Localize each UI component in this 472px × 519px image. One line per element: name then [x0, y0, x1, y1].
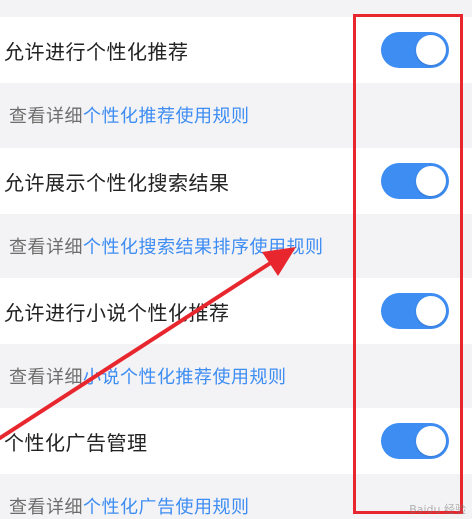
- setting-description: 查看详细个性化广告使用规则: [9, 493, 250, 519]
- novel-recommendation-toggle[interactable]: [381, 293, 449, 329]
- desc-row-personalized-recommendation: 查看详细个性化推荐使用规则: [0, 83, 472, 147]
- desc-prefix: 查看详细: [9, 237, 83, 258]
- personalized-recommendation-toggle[interactable]: [381, 32, 449, 68]
- setting-description: 查看详细个性化推荐使用规则: [9, 102, 250, 128]
- setting-row-personalized-recommendation: 允许进行个性化推荐: [0, 17, 472, 83]
- privacy-settings-page: 允许进行个性化推荐 查看详细个性化推荐使用规则 允许展示个性化搜索结果 查看详细…: [0, 0, 472, 519]
- toggle-knob: [416, 166, 446, 196]
- desc-prefix: 查看详细: [9, 106, 83, 127]
- toggle-knob: [416, 296, 446, 326]
- watermark-logo: Baidu 经验: [409, 503, 466, 516]
- setting-label: 允许进行小说个性化推荐: [4, 300, 230, 325]
- setting-label: 允许进行个性化推荐: [4, 39, 189, 64]
- desc-prefix: 查看详细: [9, 367, 83, 388]
- setting-row-novel-recommendation: 允许进行小说个性化推荐: [0, 278, 472, 344]
- toggle-knob: [416, 426, 446, 456]
- search-ranking-rules-link[interactable]: 个性化搜索结果排序使用规则: [83, 237, 324, 258]
- setting-description: 查看详细个性化搜索结果排序使用规则: [9, 233, 324, 259]
- desc-row-personalized-ads: 查看详细个性化广告使用规则: [0, 474, 472, 519]
- toggle-knob: [416, 35, 446, 65]
- setting-row-personalized-search: 允许展示个性化搜索结果: [0, 148, 472, 214]
- desc-prefix: 查看详细: [9, 497, 83, 518]
- personalized-ads-toggle[interactable]: [381, 423, 449, 459]
- novel-recommendation-rules-link[interactable]: 小说个性化推荐使用规则: [83, 367, 287, 388]
- setting-label: 个性化广告管理: [4, 430, 148, 455]
- ads-rules-link[interactable]: 个性化广告使用规则: [83, 497, 250, 518]
- setting-label: 允许展示个性化搜索结果: [4, 170, 230, 195]
- desc-row-personalized-search: 查看详细个性化搜索结果排序使用规则: [0, 214, 472, 278]
- desc-row-novel-recommendation: 查看详细小说个性化推荐使用规则: [0, 344, 472, 408]
- personalized-search-toggle[interactable]: [381, 163, 449, 199]
- recommendation-rules-link[interactable]: 个性化推荐使用规则: [83, 106, 250, 127]
- setting-row-personalized-ads: 个性化广告管理: [0, 408, 472, 474]
- setting-description: 查看详细小说个性化推荐使用规则: [9, 363, 287, 389]
